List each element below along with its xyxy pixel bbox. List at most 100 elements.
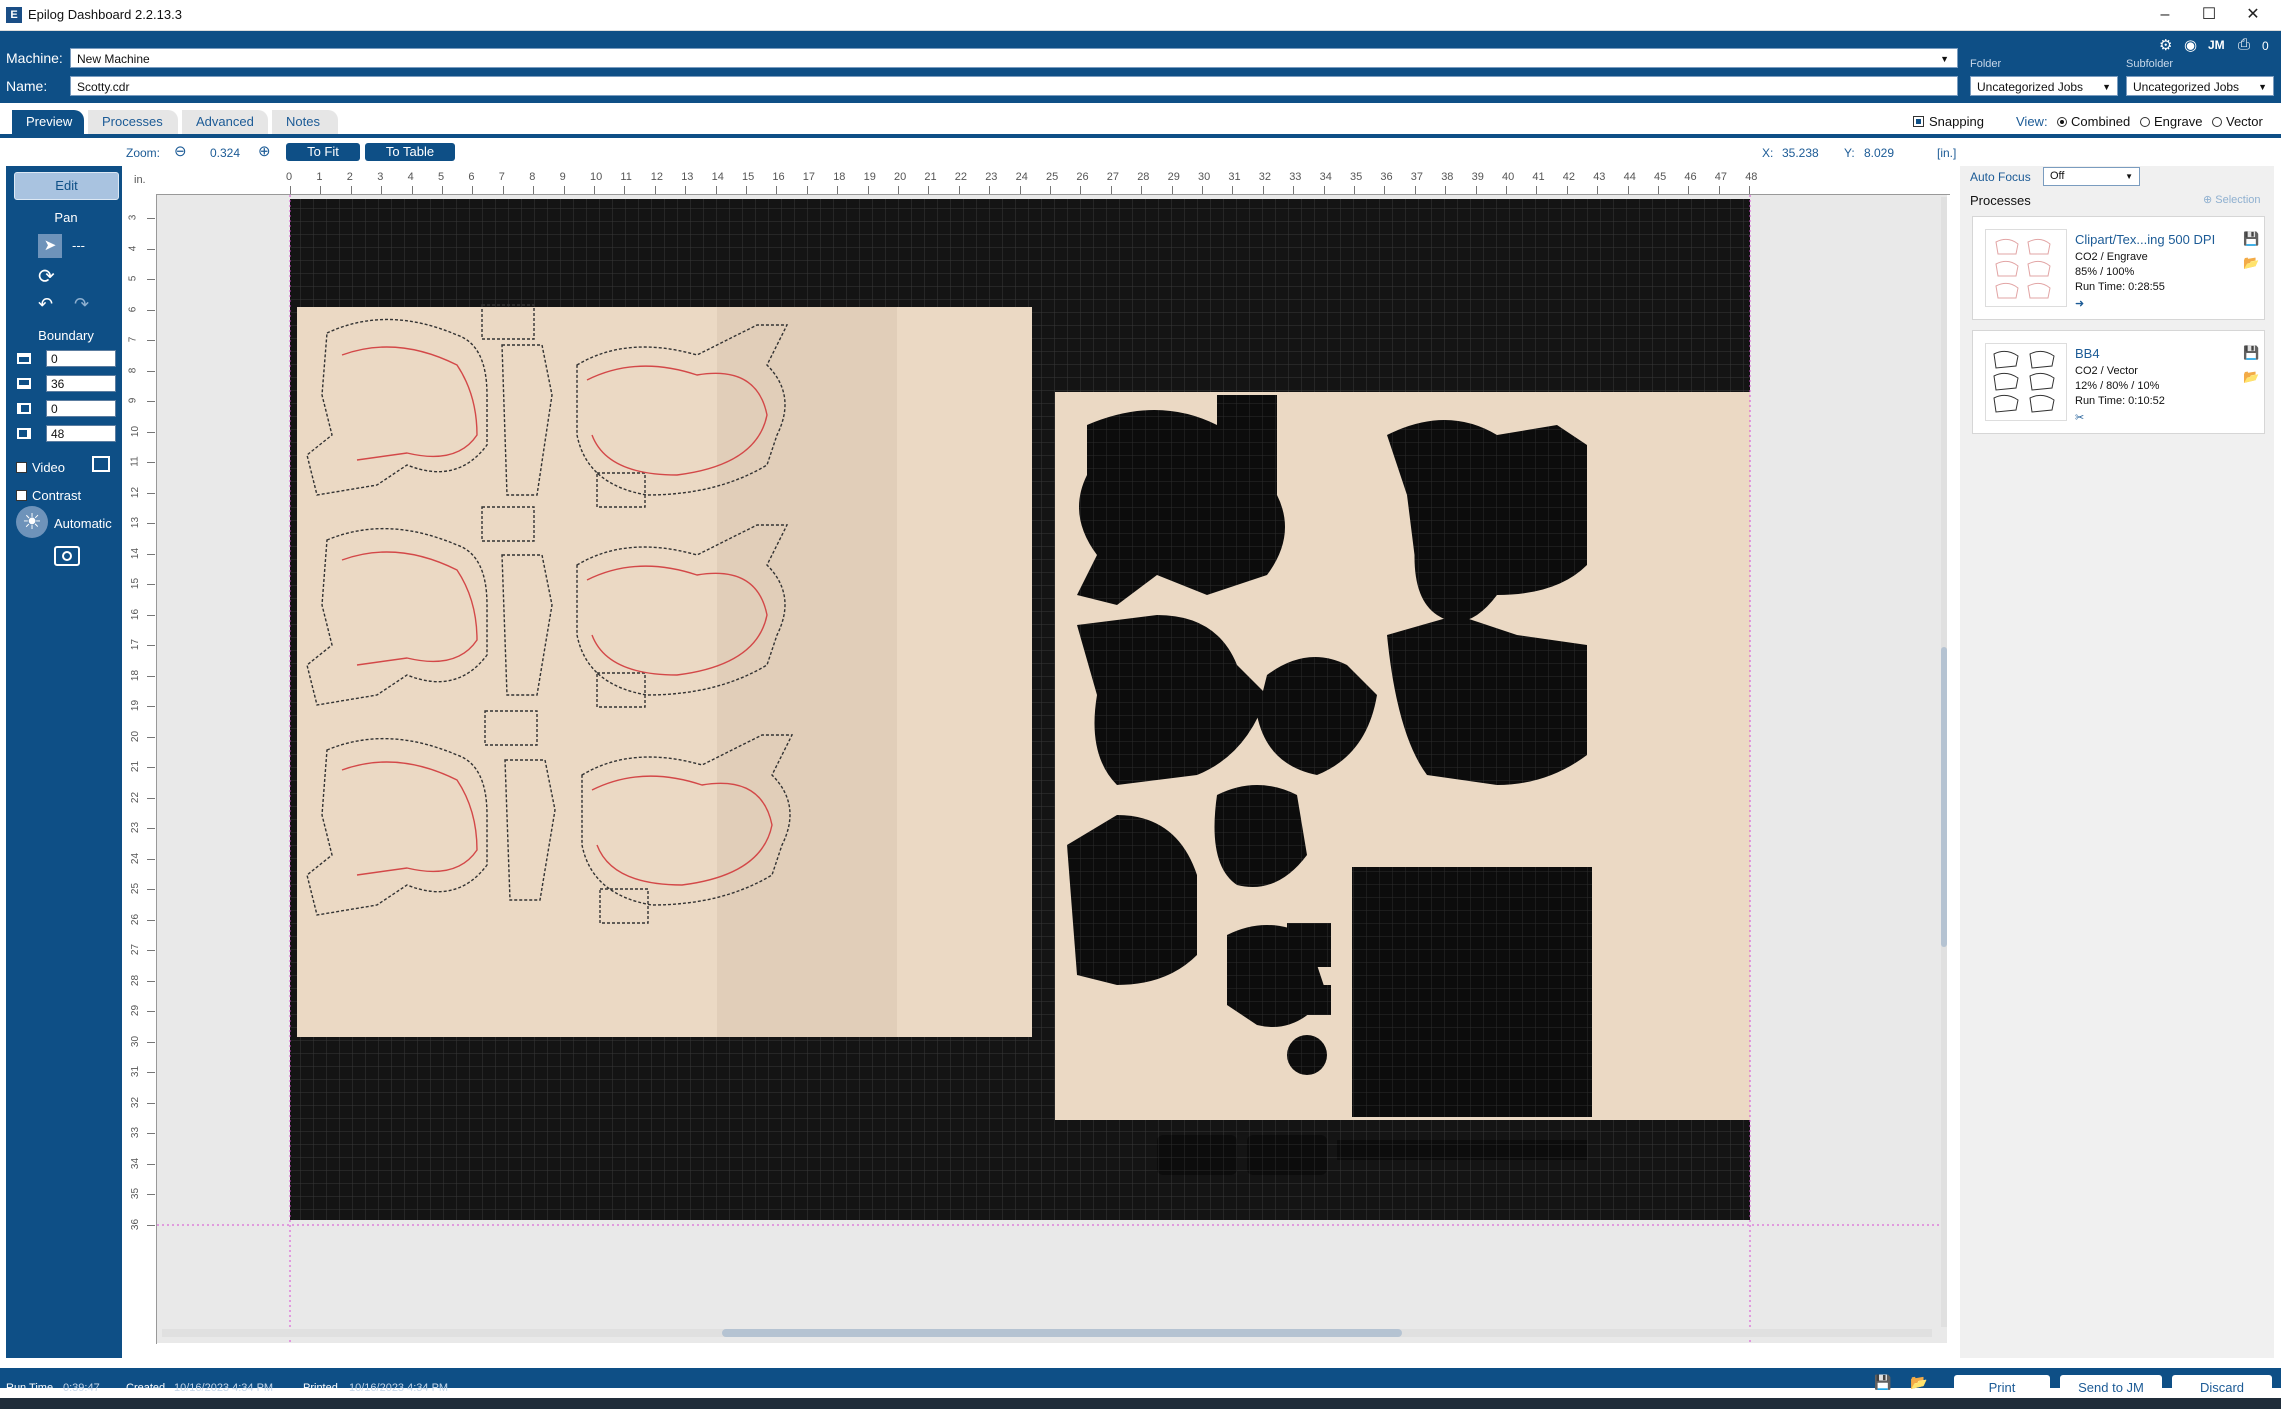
to-table-button[interactable]: To Table	[365, 143, 455, 161]
subfolder-select[interactable]: Uncategorized Jobs ▼	[2126, 76, 2274, 96]
folder-select[interactable]: Uncategorized Jobs ▼	[1970, 76, 2118, 96]
ruler-tick	[1141, 186, 1143, 194]
boundary-right-input[interactable]: 48	[46, 425, 116, 442]
ruler-tick	[290, 186, 291, 194]
horizontal-ruler	[128, 168, 1950, 195]
edit-button[interactable]: Edit	[14, 172, 119, 200]
ruler-tick-label: 16	[772, 171, 785, 183]
boundary-bottom-input[interactable]: 36	[46, 375, 116, 392]
ruler-tick	[147, 645, 155, 646]
ruler-tick-label: 6	[127, 306, 139, 312]
process-card[interactable]: Clipart/Tex...ing 500 DPI CO2 / Engrave …	[1972, 216, 2265, 320]
ruler-tick	[147, 980, 155, 982]
name-input[interactable]: Scotty.cdr	[70, 76, 1958, 96]
ruler-tick-label: 21	[924, 171, 937, 183]
save-process-icon[interactable]: 💾	[2243, 345, 2259, 361]
to-fit-button[interactable]: To Fit	[286, 143, 360, 161]
tab-preview[interactable]: Preview	[12, 110, 84, 134]
ruler-tick	[624, 186, 626, 194]
add-selection-button[interactable]: ⊕ Selection	[2203, 193, 2261, 206]
ruler-tick	[1718, 186, 1720, 194]
video-checkbox[interactable]: Video	[16, 460, 65, 475]
ruler-tick	[958, 186, 960, 194]
open-job-icon[interactable]: 📂	[1910, 1374, 1927, 1391]
image-settings-icon[interactable]	[92, 456, 110, 472]
ruler-tick-label: 5	[438, 171, 445, 183]
ruler-tick-label: 11	[620, 171, 632, 183]
checkbox-icon	[1913, 116, 1924, 127]
zoom-in-icon[interactable]: ⊕	[258, 142, 271, 160]
tab-notes[interactable]: Notes	[272, 110, 338, 134]
ruler-tick	[147, 584, 155, 585]
engrave-thumbnail	[1995, 238, 2051, 299]
minimize-button[interactable]: –	[2143, 2, 2187, 28]
ruler-tick-label: 4	[127, 245, 139, 251]
save-job-icon[interactable]: 💾	[1874, 1374, 1891, 1391]
user-initials[interactable]: JM	[2208, 38, 2225, 52]
close-button[interactable]: ✕	[2231, 2, 2275, 28]
auto-focus-select[interactable]: Off ▼	[2043, 167, 2140, 186]
x-label: X:	[1762, 146, 1774, 160]
process-title[interactable]: BB4	[2075, 346, 2100, 361]
globe-icon[interactable]: ◉	[2184, 36, 2197, 54]
ruler-tick	[1050, 186, 1051, 194]
ruler-tick-label: 23	[130, 821, 142, 834]
cut-grid-block	[1352, 867, 1592, 1117]
view-vector-radio[interactable]: Vector	[2212, 114, 2263, 129]
ruler-tick	[147, 523, 155, 524]
machine-select[interactable]: New Machine ▼	[70, 48, 1958, 68]
horizontal-scroll-thumb[interactable]	[722, 1329, 1402, 1337]
ruler-tick-label: 29	[130, 1004, 142, 1017]
chevron-down-icon: ▼	[1940, 54, 1949, 64]
ruler-tick-label: 13	[130, 516, 142, 529]
y-label: Y:	[1844, 146, 1855, 160]
load-process-icon[interactable]: 📂	[2243, 369, 2259, 385]
ruler-tick-label: 12	[130, 486, 142, 498]
save-process-icon[interactable]: 💾	[2243, 231, 2259, 247]
view-engrave-radio[interactable]: Engrave	[2140, 114, 2202, 129]
ruler-tick-label: 24	[130, 852, 142, 864]
redo-icon[interactable]: ↷	[74, 294, 89, 315]
machine-label: Machine:	[6, 50, 63, 66]
boundary-bottom-icon	[17, 378, 31, 389]
ruler-tick	[1475, 186, 1477, 194]
ruler-tick-label: 14	[711, 171, 724, 183]
folder-label: Folder	[1970, 58, 2002, 70]
refresh-icon[interactable]: ⟳	[38, 264, 55, 289]
tab-advanced[interactable]: Advanced	[182, 110, 268, 134]
vertical-scrollbar[interactable]	[1941, 197, 1947, 1327]
tab-processes[interactable]: Processes	[88, 110, 178, 134]
ruler-tick-label: 38	[1441, 171, 1454, 183]
contrast-checkbox[interactable]: Contrast	[16, 488, 81, 503]
preview-canvas[interactable]	[157, 195, 1947, 1343]
ruler-tick	[147, 797, 155, 799]
printer-icon[interactable]: ⎙	[2238, 36, 2250, 53]
process-type: CO2 / Engrave	[2075, 251, 2148, 263]
snapping-checkbox[interactable]: Snapping	[1913, 114, 1984, 129]
boundary-top-input[interactable]: 0	[46, 350, 116, 367]
ruler-tick	[147, 1072, 155, 1073]
vertical-scroll-thumb[interactable]	[1941, 647, 1947, 947]
camera-icon[interactable]	[54, 546, 80, 566]
zoom-out-icon[interactable]: ⊖	[174, 142, 187, 160]
boundary-left-input[interactable]: 0	[46, 400, 116, 417]
maximize-button[interactable]: ☐	[2187, 2, 2231, 28]
epilog-app-icon: E	[6, 7, 22, 23]
view-combined-radio[interactable]: Combined	[2057, 114, 2130, 129]
ruler-tick-label: 33	[130, 1126, 142, 1139]
ruler-tick	[533, 186, 535, 194]
ruler-tick-label: 31	[130, 1065, 142, 1078]
process-card[interactable]: BB4 CO2 / Vector 12% / 80% / 10% Run Tim…	[1972, 330, 2265, 434]
process-title[interactable]: Clipart/Tex...ing 500 DPI	[2075, 232, 2215, 247]
brightness-icon[interactable]: ☀	[16, 506, 48, 538]
horizontal-scrollbar[interactable]	[162, 1329, 1932, 1337]
x-coordinate: 35.238	[1782, 146, 1819, 160]
subfolder-value: Uncategorized Jobs	[2133, 80, 2240, 94]
ruler-tick	[147, 828, 155, 829]
pointer-tool-icon[interactable]: ➤	[38, 234, 62, 258]
ruler-tick-label: 46	[1684, 171, 1697, 183]
run-time-label: Run Time	[6, 1382, 54, 1394]
gear-icon[interactable]: ⚙	[2159, 36, 2172, 54]
load-process-icon[interactable]: 📂	[2243, 255, 2259, 271]
undo-icon[interactable]: ↶	[38, 294, 53, 315]
